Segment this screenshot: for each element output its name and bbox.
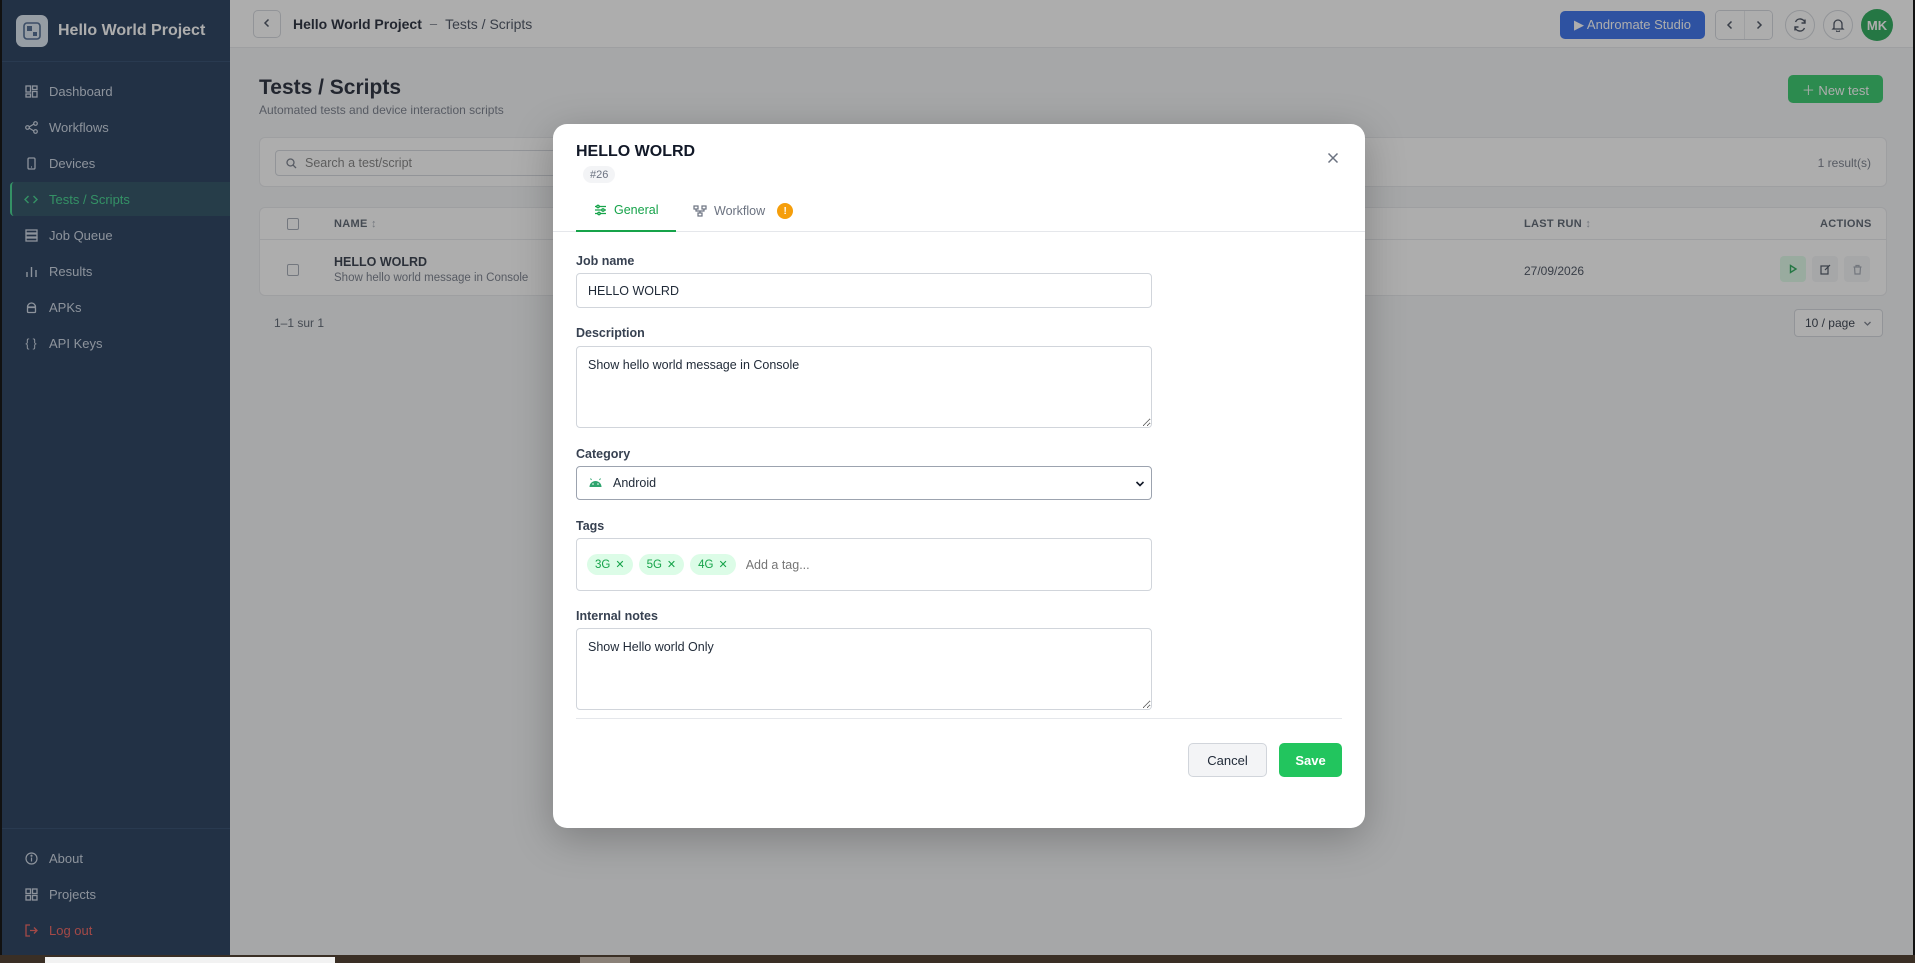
tags-label: Tags [576, 519, 605, 533]
tag-chip: 4G ✕ [690, 554, 736, 575]
tags-field[interactable]: 3G ✕ 5G ✕ 4G ✕ [576, 538, 1152, 591]
dialog-title: HELLO WOLRD [576, 143, 696, 160]
category-value: Android [613, 476, 657, 490]
taskbar-active-window[interactable] [45, 957, 335, 963]
dialog-tabs: General Workflow ! [553, 190, 1365, 232]
app-window: Hello World Project Dashboard Workflows … [2, 0, 1913, 955]
android-icon [588, 478, 603, 488]
tag-chip: 5G ✕ [638, 554, 685, 575]
job-name-label: Job name [576, 254, 635, 268]
tab-workflow[interactable]: Workflow ! [693, 190, 794, 232]
edit-test-dialog: HELLO WOLRD #26 General Workflow ! Job n… [553, 124, 1365, 828]
description-label: Description [576, 326, 645, 340]
tag-label: 4G [698, 558, 714, 571]
tag-chip: 3G ✕ [587, 554, 633, 575]
desktop-taskbar-strip [0, 955, 1915, 963]
sliders-icon [594, 204, 607, 216]
workflow-icon [693, 205, 707, 217]
tab-general[interactable]: General [576, 190, 676, 232]
tab-general-label: General [614, 203, 659, 217]
workflow-warning-badge: ! [777, 203, 794, 219]
internal-notes-label: Internal notes [576, 609, 658, 623]
save-button[interactable]: Save [1279, 743, 1342, 777]
internal-notes-textarea[interactable]: Show Hello world Only [576, 628, 1152, 710]
tab-workflow-label: Workflow [714, 204, 766, 218]
test-id-badge: #26 [583, 166, 616, 183]
description-textarea[interactable]: Show hello world message in Console [576, 346, 1152, 428]
remove-tag-icon[interactable]: ✕ [718, 558, 727, 571]
close-icon [1327, 152, 1339, 164]
cancel-button[interactable]: Cancel [1188, 743, 1267, 777]
tag-label: 5G [646, 558, 662, 571]
add-tag-input[interactable] [745, 557, 946, 572]
taskbar-window[interactable] [580, 957, 630, 963]
category-select[interactable]: Android [576, 466, 1152, 500]
tag-label: 3G [595, 558, 611, 571]
remove-tag-icon[interactable]: ✕ [667, 558, 676, 571]
close-button[interactable] [1325, 150, 1341, 166]
category-label: Category [576, 447, 631, 461]
chevron-down-icon [1135, 478, 1145, 492]
dialog-footer-divider [576, 718, 1342, 719]
job-name-input[interactable] [576, 273, 1152, 308]
remove-tag-icon[interactable]: ✕ [615, 558, 624, 571]
